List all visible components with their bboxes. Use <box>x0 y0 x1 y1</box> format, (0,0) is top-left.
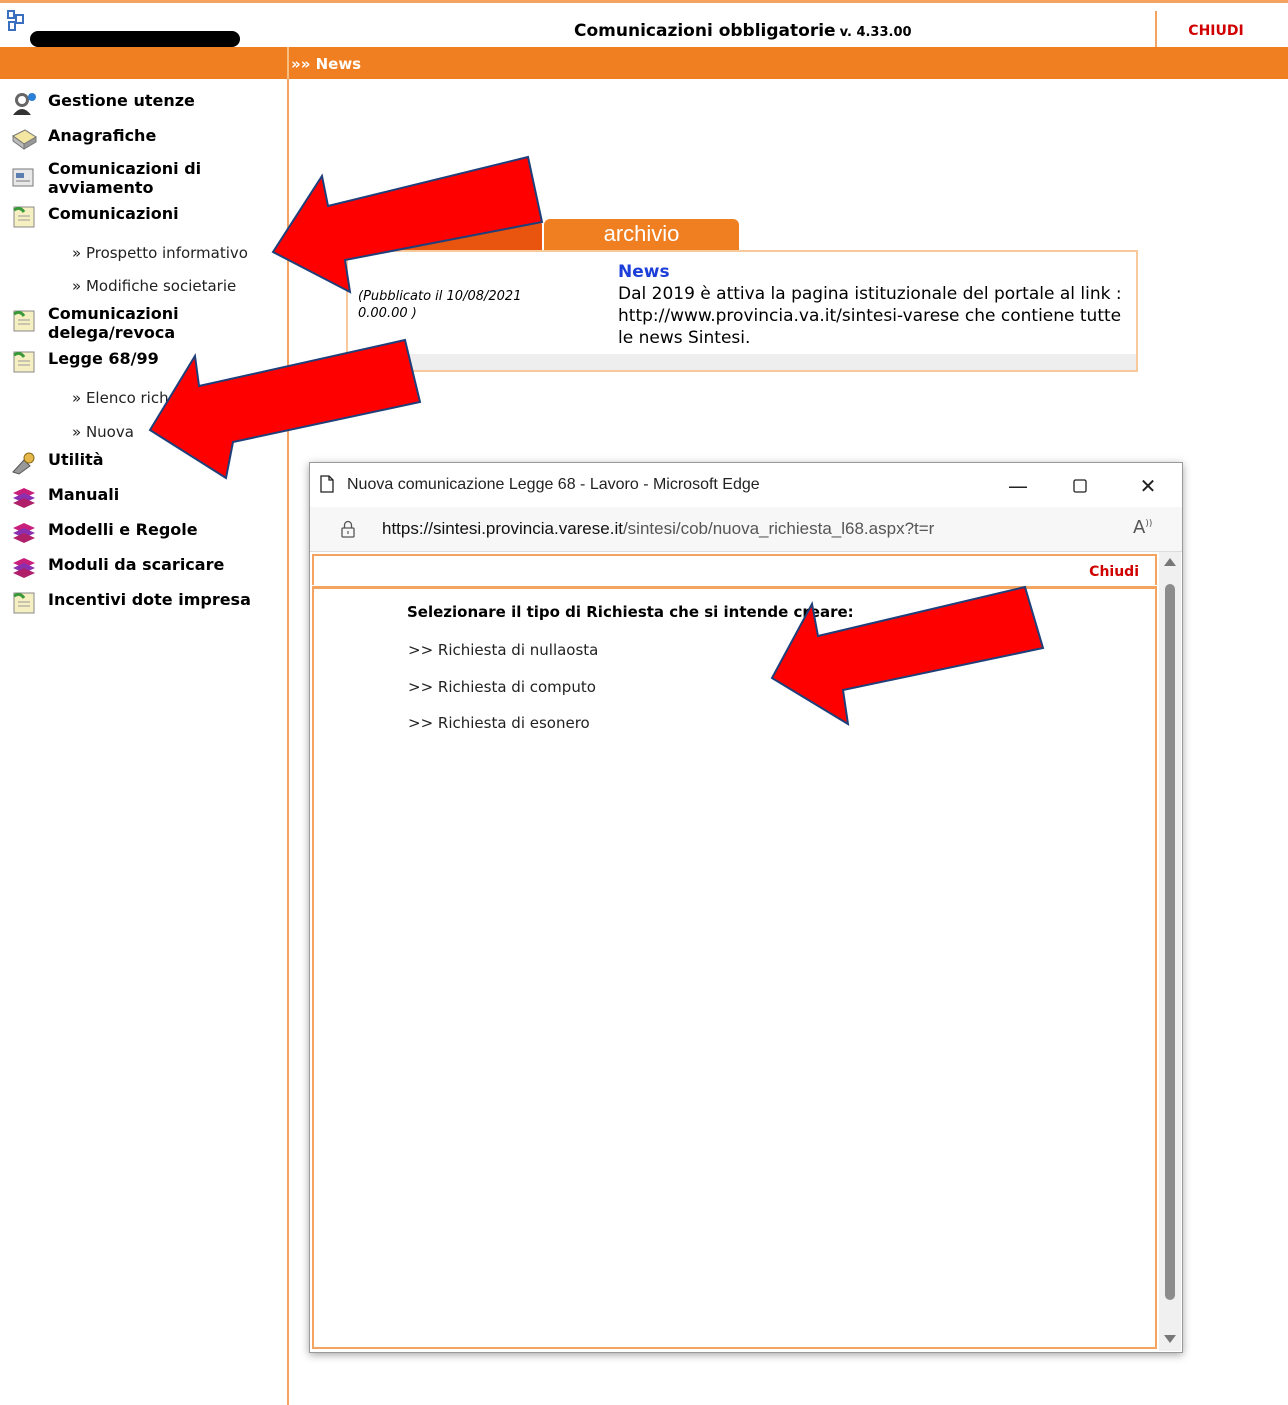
sidebar-item-utilita[interactable]: Utilità <box>10 450 104 476</box>
sidebar-divider <box>287 79 289 1405</box>
address-bar[interactable]: https://sintesi.provincia.varese.it/sint… <box>310 507 1182 552</box>
option-esonero-link[interactable]: >> Richiesta di esonero <box>408 714 590 732</box>
sidebar-item-label: Legge 68/99 <box>48 349 159 368</box>
sidebar-item-label: Comunicazioni <box>48 204 179 223</box>
app-title: Comunicazioni obbligatorie v. 4.33.00 <box>574 21 912 41</box>
popup-window: Nuova comunicazione Legge 68 - Lavoro - … <box>309 462 1183 1353</box>
sidebar-item-label: Modelli e Regole <box>48 520 198 539</box>
sidebar-item-moduli-scaricare[interactable]: Moduli da scaricare <box>10 555 224 581</box>
document-icon <box>12 168 34 187</box>
window-title: Nuova comunicazione Legge 68 - Lavoro - … <box>347 476 760 493</box>
popup-header: Chiudi <box>312 554 1157 585</box>
divider <box>287 47 289 79</box>
book-icon <box>12 129 37 150</box>
url-path: /sintesi/cob/nuova_richiesta_l68.aspx?t=… <box>622 519 935 538</box>
notes-icon <box>13 310 35 332</box>
sidebar-item-label: Incentivi dote impresa <box>48 590 251 609</box>
option-computo-link[interactable]: >> Richiesta di computo <box>408 678 596 696</box>
sidebar-item-label: Anagrafiche <box>48 126 157 145</box>
minimize-icon[interactable]: — <box>998 472 1038 500</box>
news-body: Dal 2019 è attiva la pagina istituzional… <box>618 284 1122 348</box>
sidebar-item-incentivi-dote[interactable]: Incentivi dote impresa <box>10 590 251 616</box>
news-footer <box>348 354 1136 370</box>
app-version: v. 4.33.00 <box>839 25 912 40</box>
tools-icon <box>12 452 35 475</box>
users-icon <box>13 93 36 115</box>
news-title[interactable]: News <box>618 262 670 282</box>
top-header: Comunicazioni obbligatorie v. 4.33.00 CHI… <box>0 0 1288 48</box>
sidebar-subitem-elenco-richieste[interactable]: » Elenco rich <box>72 389 169 407</box>
sidebar-item-label: Gestione utenze <box>48 91 195 110</box>
sidebar-item-label: Comunicazioni di avviamento <box>48 159 202 197</box>
tab-news[interactable] <box>346 219 542 251</box>
sidebar-item-label: Manuali <box>48 485 120 504</box>
breadcrumb: »» News <box>291 55 362 73</box>
popup-content: Chiudi Selezionare il tipo di Richiesta … <box>310 552 1158 1351</box>
sidebar-item-label: Comunicazioni delega/revoca <box>48 304 179 342</box>
popup-body: Selezionare il tipo di Richiesta che si … <box>312 586 1157 1349</box>
sidebar-item-manuali[interactable]: Manuali <box>10 485 119 511</box>
news-date: (Pubblicato il 10/08/2021 0.00.00 ) <box>358 289 522 321</box>
sidebar-item-comunicazioni-avviamento[interactable]: Comunicazioni di avviamento <box>10 159 238 197</box>
lock-icon <box>341 520 355 538</box>
read-aloud-icon[interactable]: A)) <box>1133 517 1152 538</box>
option-nullaosta-link[interactable]: >> Richiesta di nullaosta <box>408 641 598 659</box>
books-icon <box>13 558 35 578</box>
breadcrumb-bar: »» News <box>0 47 1288 79</box>
sidebar-subitem-modifiche-societarie[interactable]: » Modifiche societarie <box>72 277 236 295</box>
books-icon <box>13 523 35 543</box>
sidebar-item-modelli-regole[interactable]: Modelli e Regole <box>10 520 198 546</box>
sidebar-item-label: Moduli da scaricare <box>48 555 225 574</box>
sidebar-subitem-prospetto-informativo[interactable]: » Prospetto informativo <box>72 244 248 262</box>
sidebar-item-gestione-utenze[interactable]: Gestione utenze <box>10 91 195 117</box>
sidebar-item-legge-68-99[interactable]: Legge 68/99 <box>10 349 159 375</box>
tab-archivio[interactable]: archivio <box>544 219 739 251</box>
sidebar-item-comunicazioni-delega-revoca[interactable]: Comunicazioni delega/revoca <box>10 304 238 342</box>
scroll-up-icon[interactable] <box>1164 558 1176 566</box>
close-app-button[interactable]: CHIUDI <box>1155 11 1275 48</box>
url-domain: https://sintesi.provincia.varese.it <box>382 519 623 538</box>
popup-scrollbar[interactable] <box>1159 552 1181 1351</box>
sidebar-item-comunicazioni[interactable]: Comunicazioni <box>10 204 179 230</box>
page-icon <box>320 475 334 493</box>
news-tabs: archivio <box>346 219 739 251</box>
scroll-thumb[interactable] <box>1165 584 1175 1300</box>
notes-icon <box>13 351 35 373</box>
selection-prompt: Selezionare il tipo di Richiesta che si … <box>407 603 854 621</box>
books-icon <box>13 488 35 508</box>
maximize-icon[interactable] <box>1060 472 1100 500</box>
window-titlebar: Nuova comunicazione Legge 68 - Lavoro - … <box>310 463 1182 507</box>
app-logo-icon <box>7 10 24 31</box>
sidebar-item-anagrafiche[interactable]: Anagrafiche <box>10 126 156 152</box>
scroll-down-icon[interactable] <box>1164 1335 1176 1343</box>
app-title-text: Comunicazioni obbligatorie <box>574 21 836 41</box>
sidebar-subitem-nuova[interactable]: » Nuova <box>72 423 134 441</box>
sidebar-item-label: Utilità <box>48 450 104 469</box>
notes-icon <box>13 206 35 228</box>
close-window-icon[interactable]: ✕ <box>1128 472 1168 500</box>
redacted-user-name <box>30 31 240 47</box>
close-popup-button[interactable]: Chiudi <box>1089 564 1139 580</box>
url-text[interactable]: https://sintesi.provincia.varese.it/sint… <box>382 519 934 539</box>
notes-icon <box>13 592 35 614</box>
news-panel: (Pubblicato il 10/08/2021 0.00.00 ) News… <box>346 250 1138 372</box>
